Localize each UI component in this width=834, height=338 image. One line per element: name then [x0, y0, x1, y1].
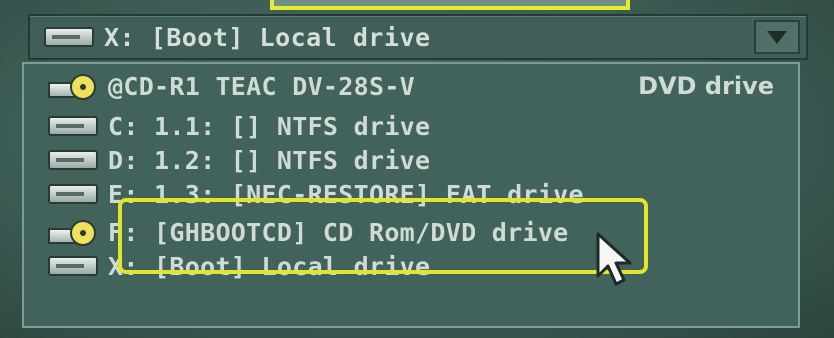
- dropdown-arrow-button[interactable]: [754, 20, 800, 54]
- annotation-highlight-top: [270, 0, 630, 10]
- mouse-cursor-icon: [596, 232, 632, 286]
- cd-drive-icon: [48, 74, 98, 100]
- hard-drive-icon: [48, 256, 98, 276]
- hard-drive-icon: [44, 27, 94, 47]
- chevron-down-icon: [767, 30, 787, 44]
- drive-list[interactable]: @CD-R1 TEAC DV-28S-V DVD drive C: 1.1: […: [22, 62, 800, 328]
- drive-item-cd-r1[interactable]: @CD-R1 TEAC DV-28S-V DVD drive: [24, 70, 798, 102]
- hard-drive-icon: [48, 150, 98, 170]
- cd-drive-icon: [48, 220, 98, 246]
- drive-select-dropdown[interactable]: X: [Boot] Local drive: [28, 14, 808, 60]
- annotation-highlight-box: [118, 198, 648, 274]
- drive-item-d[interactable]: D: 1.2: [] NTFS drive: [24, 144, 798, 176]
- selected-drive-label: X: [Boot] Local drive: [104, 22, 431, 52]
- screen: X: [Boot] Local drive @CD-R1 TEAC DV-28S…: [0, 0, 834, 338]
- drive-item-type: DVD drive: [638, 72, 774, 100]
- hard-drive-icon: [48, 184, 98, 204]
- hard-drive-icon: [48, 116, 98, 136]
- drive-item-label: D: 1.2: [] NTFS drive: [108, 145, 431, 175]
- drive-item-label: @CD-R1 TEAC DV-28S-V: [108, 71, 416, 101]
- drive-item-c[interactable]: C: 1.1: [] NTFS drive: [24, 110, 798, 142]
- drive-item-label: C: 1.1: [] NTFS drive: [108, 111, 431, 141]
